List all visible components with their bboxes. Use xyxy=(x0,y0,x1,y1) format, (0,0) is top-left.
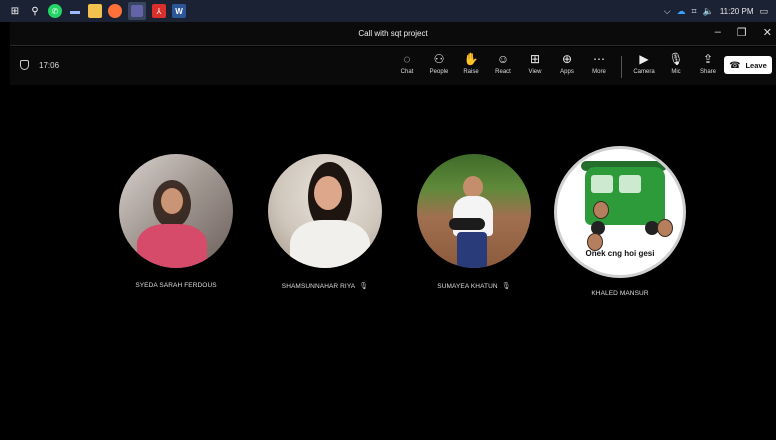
avatar xyxy=(119,154,233,268)
avatar: Onek cng hoi gesi xyxy=(554,146,686,278)
apps-button[interactable]: ⊕ Apps xyxy=(551,52,583,76)
mic-off-icon: 🎙 xyxy=(359,283,369,290)
call-duration: 17:06 xyxy=(39,60,60,70)
mic-off-icon: 🎙 xyxy=(501,283,511,290)
mic-icon: 🎙 xyxy=(668,52,684,66)
taskbar-pinned-apps: ⊞ ⚲ ✆ ▬ ⅄ W xyxy=(0,2,186,20)
pdf-icon[interactable]: ⅄ xyxy=(152,4,166,18)
toolbar-divider xyxy=(621,56,622,78)
participant-tile-active[interactable]: Onek cng hoi gesi KHALED MANSUR xyxy=(540,146,700,297)
minimize-icon[interactable]: – xyxy=(715,26,721,39)
share-icon: ⇪ xyxy=(702,52,714,66)
camera-button[interactable]: ▶ Camera xyxy=(628,52,660,76)
raise-hand-button[interactable]: ✋ Raise xyxy=(455,52,487,76)
network-icon[interactable]: ⌗ xyxy=(692,6,697,17)
participant-name: SYEDA SARAH FERDOUS xyxy=(135,282,217,289)
people-icon: ⚇ xyxy=(433,52,445,66)
word-icon[interactable]: W xyxy=(172,4,186,18)
volume-icon[interactable]: 🔈 xyxy=(703,6,714,17)
participant-tile[interactable]: SUMAYEA KHATUN 🎙 xyxy=(394,154,554,290)
chevron-up-icon[interactable]: ⌵ xyxy=(664,6,671,17)
share-button[interactable]: ⇪ Share xyxy=(692,52,724,76)
call-controls: ◌ Chat ⚇ People ✋ Raise ☺ React ⊞ View ⊕ Apps … xyxy=(391,53,724,78)
participant-name: KHALED MANSUR xyxy=(591,290,649,297)
react-button[interactable]: ☺ React xyxy=(487,52,519,76)
leave-button[interactable]: ☎ Leave xyxy=(724,56,772,74)
grid-icon: ⊞ xyxy=(529,52,541,66)
whatsapp-icon[interactable]: ✆ xyxy=(48,4,62,18)
avatar xyxy=(268,154,382,268)
avatar-caption: Onek cng hoi gesi xyxy=(585,249,655,258)
firefox-icon[interactable] xyxy=(108,4,122,18)
phone-icon: ☎ xyxy=(729,59,741,70)
clock[interactable]: 11:20 PM xyxy=(720,7,754,16)
smiley-icon: ☺ xyxy=(496,52,510,66)
window-titlebar: Call with sqt project – ❐ ✕ xyxy=(10,22,776,46)
ellipsis-icon: ⋯ xyxy=(593,52,605,66)
camera-off-icon: ▶ xyxy=(639,52,649,66)
participant-tile[interactable]: SYEDA SARAH FERDOUS xyxy=(96,154,256,289)
plus-box-icon: ⊕ xyxy=(561,52,573,66)
shield-icon xyxy=(20,60,29,70)
participant-name: SHAMSUNNAHAR RIYA 🎙 xyxy=(281,282,369,291)
hand-icon: ✋ xyxy=(463,52,479,66)
more-button[interactable]: ⋯ More xyxy=(583,52,615,76)
participant-name: SUMAYEA KHATUN 🎙 xyxy=(437,282,511,291)
maximize-icon[interactable]: ❐ xyxy=(737,26,747,39)
participant-tile[interactable]: SHAMSUNNAHAR RIYA 🎙 xyxy=(245,154,405,290)
mic-button[interactable]: 🎙 Mic xyxy=(660,52,692,76)
teams-icon[interactable] xyxy=(128,2,146,20)
window-controls: – ❐ ✕ xyxy=(715,26,772,39)
call-stage: SYEDA SARAH FERDOUS SHAMSUNNAHAR RIYA 🎙 S… xyxy=(10,86,776,440)
notification-icon[interactable]: ▭ xyxy=(759,6,768,17)
chat-button[interactable]: ◌ Chat xyxy=(391,52,423,76)
task-view-icon[interactable]: ▬ xyxy=(68,4,82,18)
windows-start-icon[interactable]: ⊞ xyxy=(8,4,22,18)
close-icon[interactable]: ✕ xyxy=(763,26,772,39)
call-timer: 17:06 xyxy=(20,60,59,70)
people-button[interactable]: ⚇ People xyxy=(423,52,455,76)
file-explorer-icon[interactable] xyxy=(88,4,102,18)
windows-taskbar: ⊞ ⚲ ✆ ▬ ⅄ W ⌵ ☁ ⌗ 🔈 11:20 PM ▭ xyxy=(0,0,776,22)
search-icon[interactable]: ⚲ xyxy=(28,4,42,18)
window-title: Call with sqt project xyxy=(358,29,428,38)
call-toolbar: 17:06 ◌ Chat ⚇ People ✋ Raise ☺ React ⊞ View … xyxy=(10,47,776,85)
chat-icon: ◌ xyxy=(403,52,411,66)
system-tray: ⌵ ☁ ⌗ 🔈 11:20 PM ▭ xyxy=(664,0,768,22)
view-button[interactable]: ⊞ View xyxy=(519,52,551,76)
onedrive-icon[interactable]: ☁ xyxy=(677,6,686,17)
avatar xyxy=(417,154,531,268)
